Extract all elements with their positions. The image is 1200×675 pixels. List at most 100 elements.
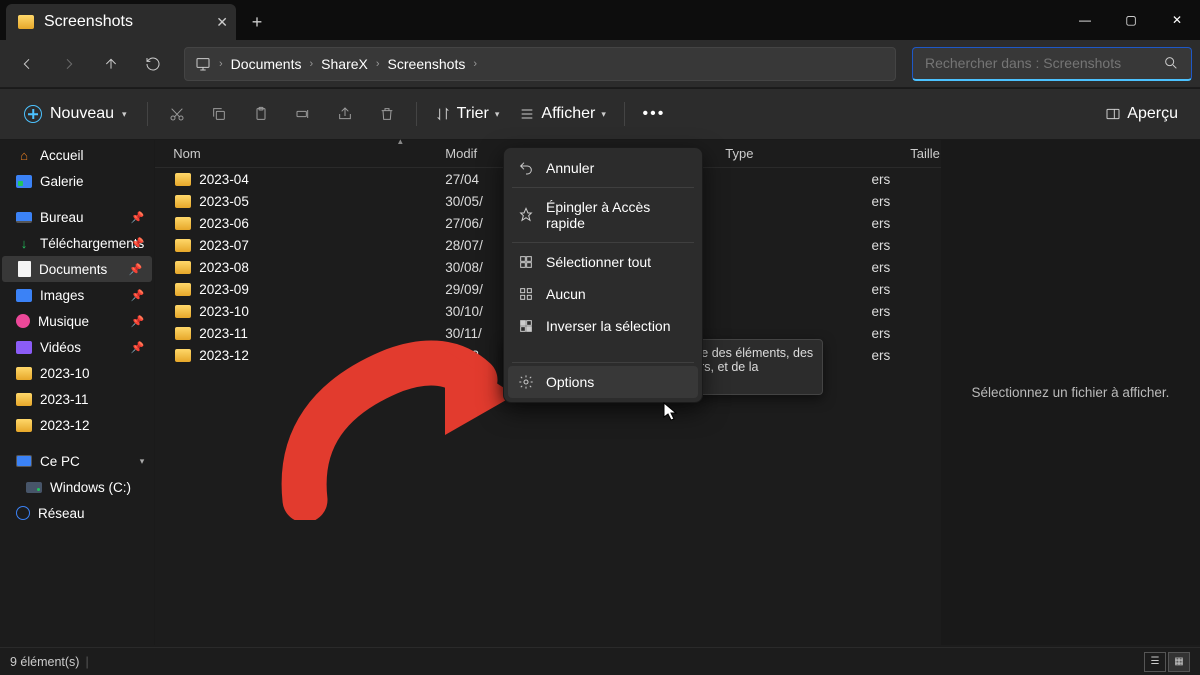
preview-pane-button[interactable]: Aperçu	[1097, 96, 1186, 132]
ctx-label: Aucun	[546, 286, 586, 302]
sidebar-downloads[interactable]: ↓Téléchargements📌	[0, 230, 154, 256]
separator	[624, 102, 625, 126]
address-bar[interactable]: › Documents › ShareX › Screenshots ›	[184, 47, 896, 81]
sidebar-label: Réseau	[38, 506, 85, 521]
paste-button[interactable]	[242, 96, 280, 132]
view-button[interactable]: Afficher ▾	[511, 96, 613, 132]
pc-icon	[16, 455, 32, 467]
folder-name: 2023-06	[199, 216, 249, 231]
arrow-right-icon	[61, 56, 77, 72]
sidebar-desktop[interactable]: Bureau📌	[0, 204, 154, 230]
sidebar-documents[interactable]: Documents📌	[2, 256, 152, 282]
ctx-options[interactable]: Options	[508, 366, 698, 398]
breadcrumb-screenshots[interactable]: Screenshots	[388, 56, 466, 72]
ctx-label: Sélectionner tout	[546, 254, 651, 270]
chevron-right-icon: ›	[309, 58, 313, 70]
pin-icon: 📌	[129, 263, 143, 276]
pin-icon: 📌	[131, 315, 145, 328]
minimize-button[interactable]: —	[1062, 0, 1108, 40]
ctx-select-all[interactable]: Sélectionner tout	[508, 246, 698, 278]
sidebar-this-pc[interactable]: Ce PC▾	[0, 448, 154, 474]
back-button[interactable]	[8, 46, 46, 82]
rename-button[interactable]	[284, 96, 322, 132]
chevron-down-icon: ▾	[122, 109, 127, 120]
pin-icon	[518, 207, 534, 223]
folder-icon	[175, 173, 191, 186]
rename-icon	[295, 106, 311, 122]
toolbar: Nouveau ▾ Trier ▾ Afficher ▾ ••• Aperçu	[0, 88, 1200, 140]
annotation-arrow	[275, 340, 525, 520]
ctx-invert[interactable]: Inverser la sélection	[508, 310, 698, 342]
navbar: › Documents › ShareX › Screenshots ›	[0, 40, 1200, 88]
folder-icon	[175, 349, 191, 362]
ctx-pin[interactable]: Épingler à Accès rapide	[508, 191, 698, 239]
folder-type: ers	[715, 260, 900, 275]
separator	[416, 102, 417, 126]
folder-icon	[175, 283, 191, 296]
sidebar-images[interactable]: Images📌	[0, 282, 154, 308]
sidebar-label: Musique	[38, 314, 89, 329]
maximize-button[interactable]: ▢	[1108, 0, 1154, 40]
invert-icon	[518, 318, 534, 334]
share-button[interactable]	[326, 96, 364, 132]
up-button[interactable]	[92, 46, 130, 82]
forward-button[interactable]	[50, 46, 88, 82]
sidebar[interactable]: ⌂Accueil Galerie Bureau📌 ↓Téléchargement…	[0, 140, 155, 645]
sidebar-label: 2023-12	[40, 418, 90, 433]
folder-icon	[16, 419, 32, 432]
ctx-select-none[interactable]: Aucun	[508, 278, 698, 310]
arrow-left-icon	[19, 56, 35, 72]
folder-type: ers	[715, 172, 900, 187]
breadcrumb-documents[interactable]: Documents	[231, 56, 302, 72]
folder-icon	[16, 367, 32, 380]
folder-icon	[175, 261, 191, 274]
sidebar-gallery[interactable]: Galerie	[0, 168, 154, 194]
folder-name: 2023-12	[199, 348, 249, 363]
ctx-label: Épingler à Accès rapide	[546, 199, 688, 231]
sidebar-label: 2023-11	[40, 392, 89, 407]
plus-icon	[24, 105, 42, 123]
view-details-button[interactable]: ☰	[1144, 652, 1166, 672]
breadcrumb-sharex[interactable]: ShareX	[321, 56, 368, 72]
ctx-undo[interactable]: Annuler	[508, 152, 698, 184]
folder-name: 2023-09	[199, 282, 249, 297]
search-icon[interactable]	[1163, 55, 1179, 71]
separator	[512, 242, 694, 243]
preview-placeholder: Sélectionnez un fichier à afficher.	[972, 385, 1170, 400]
view-large-button[interactable]: ▦	[1168, 652, 1190, 672]
select-all-icon	[518, 254, 534, 270]
refresh-button[interactable]	[134, 46, 172, 82]
search-box[interactable]	[912, 47, 1192, 81]
sidebar-folder-2023-11[interactable]: 2023-11	[0, 386, 154, 412]
window-tab[interactable]: Screenshots ✕	[6, 4, 236, 40]
column-name[interactable]: Nom▲	[155, 140, 435, 167]
sort-button[interactable]: Trier ▾	[427, 96, 508, 132]
select-none-icon	[518, 286, 534, 302]
sidebar-home[interactable]: ⌂Accueil	[0, 142, 154, 168]
search-input[interactable]	[925, 55, 1163, 71]
gear-icon	[518, 374, 534, 390]
paste-icon	[253, 106, 269, 122]
sidebar-folder-2023-12[interactable]: 2023-12	[0, 412, 154, 438]
close-window-button[interactable]: ✕	[1154, 0, 1200, 40]
new-button[interactable]: Nouveau ▾	[14, 99, 137, 129]
sidebar-network[interactable]: Réseau	[0, 500, 154, 526]
copy-icon	[211, 106, 227, 122]
sidebar-folder-2023-10[interactable]: 2023-10	[0, 360, 154, 386]
sidebar-music[interactable]: Musique 📌	[0, 308, 154, 334]
preview-pane: Sélectionnez un fichier à afficher.	[941, 140, 1200, 645]
chevron-right-icon: ›	[219, 58, 223, 70]
delete-button[interactable]	[368, 96, 406, 132]
copy-button[interactable]	[200, 96, 238, 132]
close-tab-icon[interactable]: ✕	[216, 14, 228, 31]
new-tab-button[interactable]: +	[240, 4, 274, 40]
column-size[interactable]: Taille	[900, 140, 941, 167]
cut-button[interactable]	[158, 96, 196, 132]
sidebar-drive-c[interactable]: Windows (C:)	[0, 474, 154, 500]
sidebar-videos[interactable]: Vidéos📌	[0, 334, 154, 360]
cut-icon	[169, 106, 185, 122]
column-type[interactable]: Type	[715, 140, 900, 167]
ctx-label: Annuler	[546, 160, 594, 176]
more-button[interactable]: •••	[635, 96, 673, 132]
ctx-label: Inverser la sélection	[546, 318, 671, 334]
